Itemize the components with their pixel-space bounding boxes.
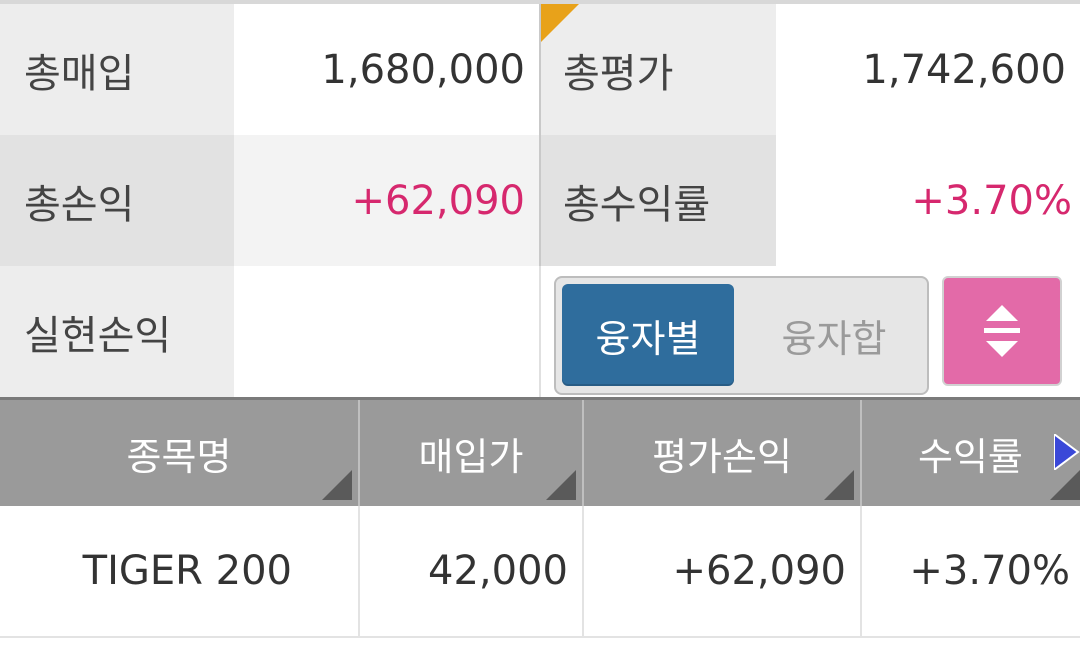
- column-sort-corner-icon: [824, 470, 854, 500]
- total-return-label: 총수익률: [541, 135, 776, 266]
- column-header-name-label: 종목명: [126, 434, 232, 479]
- total-purchase-value: 1,680,000: [234, 4, 539, 135]
- total-purchase-label: 총매입: [0, 4, 234, 135]
- row-bottom-border: [0, 636, 1080, 638]
- realized-pl-label: 실현손익: [0, 266, 234, 397]
- column-sort-corner-icon: [546, 470, 576, 500]
- sort-button[interactable]: [942, 276, 1062, 386]
- total-return-value: +3.70%: [776, 135, 1080, 266]
- corner-marker-icon: [541, 4, 579, 42]
- column-sort-corner-icon: [322, 470, 352, 500]
- sum-loan-tab[interactable]: 융자합: [744, 284, 924, 386]
- row-return-rate: +3.70%: [909, 548, 1070, 594]
- row-eval-pl: +62,090: [672, 548, 846, 594]
- column-header-purchase-price-label: 매입가: [418, 434, 524, 479]
- row-purchase-price: 42,000: [428, 548, 568, 594]
- vertical-divider-lower: [539, 266, 541, 397]
- total-eval-value: 1,742,600: [776, 4, 1080, 135]
- row-name[interactable]: TIGER 200: [0, 506, 306, 636]
- total-pl-label: 총손익: [0, 135, 234, 266]
- by-loan-tab[interactable]: 융자별: [562, 284, 734, 386]
- realized-pl-value: [234, 266, 539, 397]
- total-pl-value: +62,090: [234, 135, 539, 266]
- scroll-right-arrow-icon[interactable]: [1054, 434, 1080, 470]
- column-header-return-rate[interactable]: 수익률: [862, 400, 1080, 506]
- column-header-eval-pl[interactable]: 평가손익: [584, 400, 860, 506]
- sort-updown-icon: [984, 305, 1020, 357]
- column-header-name[interactable]: 종목명: [0, 400, 358, 506]
- column-header-return-rate-label: 수익률: [918, 434, 1023, 479]
- column-header-eval-pl-label: 평가손익: [652, 434, 792, 479]
- column-sort-corner-icon: [1050, 470, 1080, 500]
- column-header-purchase-price[interactable]: 매입가: [360, 400, 582, 506]
